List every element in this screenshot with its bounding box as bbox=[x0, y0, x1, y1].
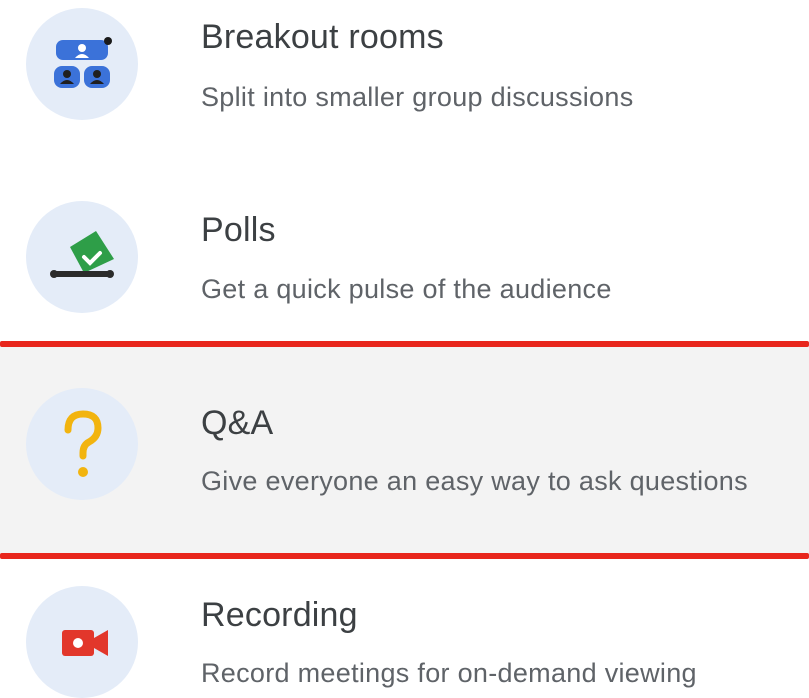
recording-camera-icon bbox=[26, 586, 138, 698]
item-description: Record meetings for on-demand viewing bbox=[201, 658, 697, 688]
item-description: Get a quick pulse of the audience bbox=[201, 274, 612, 304]
menu-item-recording[interactable]: Recording Record meetings for on-demand … bbox=[0, 562, 809, 698]
question-mark-icon bbox=[26, 388, 138, 500]
item-title: Recording bbox=[201, 596, 358, 634]
breakout-rooms-icon bbox=[26, 8, 138, 120]
polls-icon bbox=[26, 201, 138, 313]
item-description: Split into smaller group discussions bbox=[201, 82, 634, 112]
item-title: Q&A bbox=[201, 404, 274, 442]
annotation-line-top bbox=[0, 341, 809, 347]
activities-panel: Breakout rooms Split into smaller group … bbox=[0, 0, 809, 698]
item-title: Polls bbox=[201, 211, 276, 249]
item-description: Give everyone an easy way to ask questio… bbox=[201, 466, 748, 496]
item-title: Breakout rooms bbox=[201, 18, 444, 56]
menu-item-polls[interactable]: Polls Get a quick pulse of the audience bbox=[0, 185, 809, 335]
menu-item-breakout-rooms[interactable]: Breakout rooms Split into smaller group … bbox=[0, 0, 809, 150]
menu-item-qa[interactable]: Q&A Give everyone an easy way to ask que… bbox=[0, 346, 809, 556]
annotation-line-bottom bbox=[0, 553, 809, 559]
